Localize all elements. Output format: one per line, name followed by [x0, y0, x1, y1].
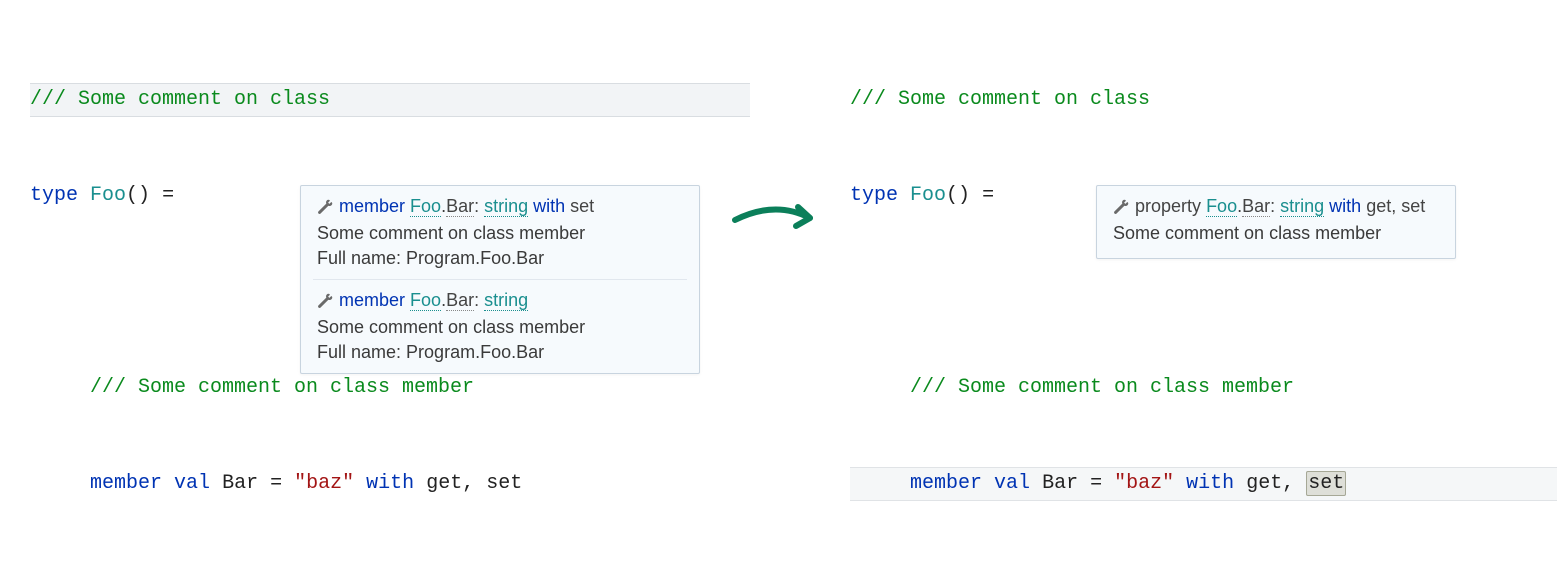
- comment: /// Some comment on class member: [910, 376, 1294, 399]
- punct: =: [258, 472, 294, 495]
- keyword: type: [850, 184, 898, 207]
- arrow-icon: [730, 190, 830, 250]
- punct: (): [946, 184, 970, 207]
- keyword: with: [366, 472, 414, 495]
- sig-return-type: string: [484, 290, 528, 311]
- identifier: set: [486, 472, 522, 495]
- editor-before: /// Some comment on class type Foo() = /…: [30, 20, 750, 564]
- code-line[interactable]: /// Some comment on class member: [30, 372, 750, 404]
- hover-tooltip: property Foo.Bar: string with get, set S…: [1096, 185, 1456, 259]
- type-name: Foo: [90, 184, 126, 207]
- punct: =: [150, 184, 174, 207]
- keyword: type: [30, 184, 78, 207]
- sig-return-type: string: [1280, 196, 1324, 217]
- code-line[interactable]: /// Some comment on class: [850, 84, 1557, 116]
- wrench-icon: [317, 293, 333, 309]
- type-name: Foo: [910, 184, 946, 207]
- sig-member: Bar: [1242, 196, 1270, 217]
- wrench-icon: [317, 199, 333, 215]
- code-line[interactable]: member val Bar = "baz" with get, set: [850, 468, 1557, 500]
- punct: (): [126, 184, 150, 207]
- sig-keyword: member: [339, 290, 405, 310]
- string: "baz": [1114, 472, 1174, 495]
- keyword: member: [90, 472, 162, 495]
- tooltip-section: member Foo.Bar: string Some comment on c…: [301, 280, 699, 373]
- tooltip-description: Some comment on class member: [317, 223, 683, 244]
- comment: /// Some comment on class member: [90, 376, 474, 399]
- tooltip-description: Some comment on class member: [1113, 223, 1439, 244]
- tooltip-section: property Foo.Bar: string with get, set S…: [1097, 186, 1455, 258]
- code-line[interactable]: /// Some comment on class member: [850, 372, 1557, 404]
- sig-keyword: with: [533, 196, 565, 216]
- keyword: val: [994, 472, 1030, 495]
- tooltip-section: member Foo.Bar: string with set Some com…: [301, 186, 699, 279]
- signature-line: member Foo.Bar: string with set: [317, 196, 683, 217]
- tooltip-fullname: Full name: Program.Foo.Bar: [317, 342, 683, 363]
- sig-member: Bar: [446, 196, 474, 217]
- keyword: member: [910, 472, 982, 495]
- code-line[interactable]: /// Some comment on class: [30, 84, 750, 116]
- signature-line: member Foo.Bar: string: [317, 290, 683, 311]
- sig-type: Foo: [1206, 196, 1237, 217]
- sig-rest: set: [565, 196, 594, 216]
- code-line[interactable]: [850, 276, 1557, 308]
- editor-after: /// Some comment on class type Foo() = /…: [850, 20, 1557, 564]
- tooltip-description: Some comment on class member: [317, 317, 683, 338]
- punct: ,: [462, 472, 486, 495]
- code-line[interactable]: member val Bar = "baz" with get, set: [30, 468, 750, 500]
- identifier: set: [1308, 472, 1344, 495]
- sig-type: Foo: [410, 196, 441, 217]
- sig-keyword: property: [1135, 196, 1201, 216]
- sig-keyword: with: [1329, 196, 1361, 216]
- sig-keyword: member: [339, 196, 405, 216]
- tooltip-fullname: Full name: Program.Foo.Bar: [317, 248, 683, 269]
- punct: ,: [1282, 472, 1306, 495]
- sig-rest: get, set: [1361, 196, 1425, 216]
- hover-tooltip: member Foo.Bar: string with set Some com…: [300, 185, 700, 374]
- identifier: get: [1246, 472, 1282, 495]
- wrench-icon: [1113, 199, 1129, 215]
- signature-line: property Foo.Bar: string with get, set: [1113, 196, 1439, 217]
- string: "baz": [294, 472, 354, 495]
- sig-return-type: string: [484, 196, 528, 217]
- code-block[interactable]: /// Some comment on class type Foo() = /…: [850, 20, 1557, 564]
- comment: /// Some comment on class: [850, 88, 1150, 111]
- punct: =: [970, 184, 994, 207]
- identifier: Bar: [222, 472, 258, 495]
- selection[interactable]: set: [1306, 471, 1346, 496]
- keyword: val: [174, 472, 210, 495]
- sig-type: Foo: [410, 290, 441, 311]
- keyword: with: [1186, 472, 1234, 495]
- identifier: Bar: [1042, 472, 1078, 495]
- sig-member: Bar: [446, 290, 474, 311]
- comment: /// Some comment on class: [30, 88, 330, 111]
- punct: =: [1078, 472, 1114, 495]
- identifier: get: [426, 472, 462, 495]
